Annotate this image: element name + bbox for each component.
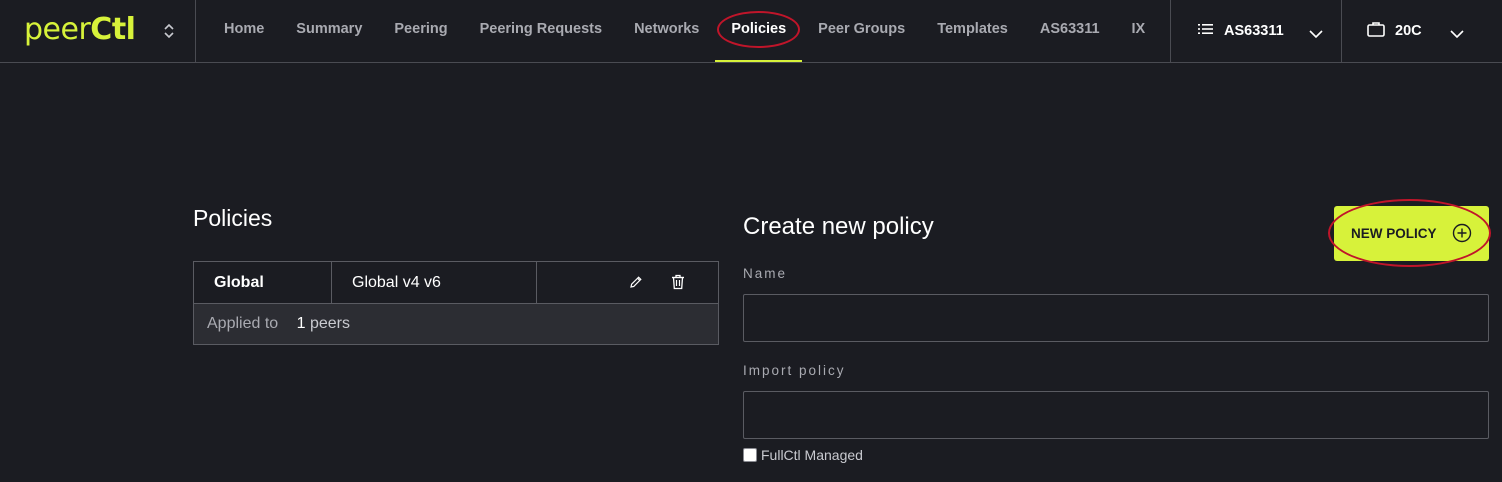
name-field-label: Name	[743, 266, 788, 281]
chevron-down-icon	[1309, 26, 1323, 44]
nav-item-summary[interactable]: Summary	[280, 0, 378, 62]
app-switcher-chevrons-icon[interactable]	[160, 20, 178, 42]
organization-selector-value: 20C	[1395, 23, 1422, 39]
policy-description: Global v4 v6	[332, 262, 537, 304]
nav-item-peering-requests[interactable]: Peering Requests	[464, 0, 619, 62]
plus-circle-icon	[1452, 223, 1472, 248]
fullctl-managed-checkbox[interactable]	[743, 448, 757, 462]
nav-item-templates[interactable]: Templates	[921, 0, 1024, 62]
create-policy-heading: Create new policy	[743, 213, 934, 240]
import-policy-field-label: Import policy	[743, 363, 846, 378]
nav-item-networks[interactable]: Networks	[618, 0, 715, 62]
chevron-down-icon	[1450, 26, 1464, 44]
nav-item-peer-groups[interactable]: Peer Groups	[802, 0, 921, 62]
table-row[interactable]: Global Global v4 v6	[194, 262, 718, 304]
fullctl-managed-label: FullCtl Managed	[761, 447, 863, 463]
asn-selector-value: AS63311	[1224, 23, 1284, 39]
applied-peer-count: 1	[296, 315, 306, 332]
policy-table: Global Global v4 v6 Applied to 1 peers	[193, 261, 719, 345]
name-input[interactable]	[743, 294, 1489, 342]
new-policy-button-label: NEW POLICY	[1351, 226, 1437, 241]
logo-text-main: peer	[24, 12, 91, 47]
list-icon	[1198, 22, 1213, 40]
nav-item-peering[interactable]: Peering	[378, 0, 463, 62]
policy-name: Global	[194, 262, 332, 304]
briefcase-icon	[1367, 21, 1385, 42]
new-policy-button[interactable]: NEW POLICY	[1334, 206, 1489, 261]
nav-item-as63311[interactable]: AS63311	[1024, 0, 1116, 62]
nav-item-home[interactable]: Home	[196, 0, 280, 62]
policy-actions	[537, 262, 718, 304]
peerctl-logo[interactable]: peerCtl	[24, 12, 136, 48]
asn-selector[interactable]: AS63311	[1170, 0, 1342, 62]
edit-pencil-icon[interactable]	[629, 275, 647, 293]
applied-peer-unit: peers	[309, 315, 351, 332]
organization-selector[interactable]: 20C	[1341, 0, 1502, 62]
trash-icon[interactable]	[671, 274, 689, 292]
policies-heading: Policies	[193, 205, 273, 231]
applied-to-label: Applied to	[207, 315, 279, 332]
fullctl-managed-option[interactable]: FullCtl Managed	[743, 447, 863, 463]
logo-area: peerCtl	[0, 0, 196, 62]
nav-item-policies[interactable]: Policies	[715, 0, 802, 62]
nav-item-ix[interactable]: IX	[1116, 0, 1162, 62]
logo-text-accent: Ctl	[90, 12, 136, 47]
applied-to-row: Applied to 1 peers	[194, 304, 718, 344]
highlight-ring	[717, 11, 801, 48]
import-policy-input[interactable]	[743, 391, 1489, 439]
main-nav: Home Summary Peering Peering Requests Ne…	[196, 0, 1161, 62]
top-navigation-bar: peerCtl Home Summary Peering Peering Req…	[0, 0, 1502, 63]
